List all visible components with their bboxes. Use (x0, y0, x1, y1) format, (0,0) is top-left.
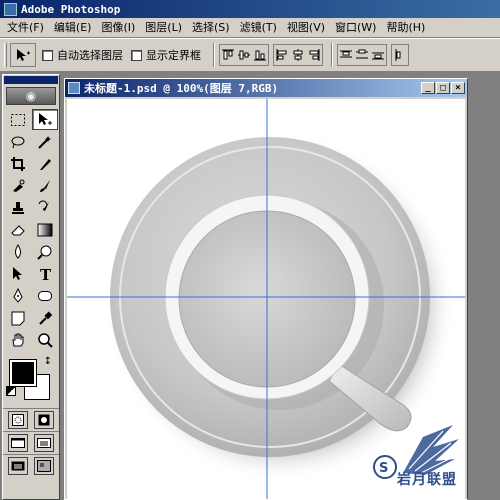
menu-file[interactable]: 文件(F) (2, 19, 49, 37)
notes-icon[interactable] (5, 307, 31, 328)
path-select-icon[interactable] (5, 263, 31, 284)
screen-mode-row (3, 431, 59, 454)
marquee-icon[interactable] (5, 109, 31, 130)
menu-layer[interactable]: 图层(L) (140, 19, 187, 37)
align-right-edges-icon[interactable] (306, 45, 322, 65)
menu-edit[interactable]: 编辑(E) (49, 19, 97, 37)
history-brush-icon[interactable] (32, 197, 58, 218)
options-bar: 自动选择图层 显示定界框 (0, 38, 500, 72)
imageready-row (3, 454, 59, 477)
auto-select-layer-checkbox[interactable]: 自动选择图层 (42, 47, 123, 63)
distribute-left-icon[interactable] (392, 45, 408, 65)
gradient-icon[interactable] (32, 219, 58, 240)
document-title: 未标题-1.psd @ 100%(图层 7,RGB) (84, 82, 279, 95)
photoshop-icon (4, 2, 17, 16)
watermark-text: 岩月联盟 (397, 472, 457, 488)
toolbox: ◉ T ↕ (2, 74, 60, 500)
distribute-top-icon[interactable] (338, 45, 354, 65)
distribute-group-2 (391, 44, 409, 66)
minimize-button[interactable]: _ (421, 82, 435, 94)
distribute-group-1 (337, 44, 387, 66)
color-swatches: ↕ (6, 356, 56, 404)
show-bounding-box-label: 显示定界框 (146, 49, 201, 62)
separator (213, 43, 215, 67)
menu-image[interactable]: 图像(I) (96, 19, 140, 37)
tools-grid: T (3, 107, 59, 352)
clone-stamp-icon[interactable] (5, 197, 31, 218)
canvas[interactable]: S 岩月联盟 (67, 99, 465, 499)
show-bounding-box-checkbox[interactable]: 显示定界框 (131, 47, 201, 63)
blur-icon[interactable] (5, 241, 31, 262)
hand-icon[interactable] (5, 329, 31, 350)
document-icon (68, 82, 80, 94)
eyedropper-icon[interactable] (32, 307, 58, 328)
app-title: Adobe Photoshop (21, 2, 121, 16)
toolbox-titlebar[interactable] (4, 76, 58, 84)
close-button[interactable]: × (451, 82, 465, 94)
move-icon (17, 49, 30, 61)
align-top-edges-icon[interactable] (220, 45, 236, 65)
slice-icon[interactable] (32, 153, 58, 174)
app-title-bar: Adobe Photoshop (0, 0, 500, 18)
document-title-bar[interactable]: 未标题-1.psd @ 100%(图层 7,RGB) _ □ × (65, 79, 467, 97)
jump-to-imageready-icon[interactable] (34, 457, 54, 475)
eraser-icon[interactable] (5, 219, 31, 240)
type-icon[interactable]: T (32, 263, 58, 284)
pen-icon[interactable] (5, 285, 31, 306)
mask-mode-row (3, 408, 59, 431)
shape-icon[interactable] (32, 285, 58, 306)
align-bottom-edges-icon[interactable] (252, 45, 268, 65)
lasso-icon[interactable] (5, 131, 31, 152)
watermark: S 岩月联盟 (363, 417, 463, 497)
menu-help[interactable]: 帮助(H) (381, 19, 430, 37)
align-group-2 (273, 44, 323, 66)
menu-filter[interactable]: 滤镜(T) (235, 19, 282, 37)
menu-window[interactable]: 窗口(W) (330, 19, 381, 37)
crop-icon[interactable] (5, 153, 31, 174)
full-screen-menu-icon[interactable] (34, 434, 54, 452)
menu-view[interactable]: 视图(V) (282, 19, 330, 37)
menu-select[interactable]: 选择(S) (187, 19, 235, 37)
healing-brush-icon[interactable] (5, 175, 31, 196)
align-group-1 (219, 44, 269, 66)
brush-icon[interactable] (32, 175, 58, 196)
eye-logo-icon[interactable]: ◉ (6, 87, 56, 105)
full-screen-icon[interactable] (8, 457, 28, 475)
move-tool-preset[interactable] (10, 43, 36, 67)
distribute-bottom-icon[interactable] (370, 45, 386, 65)
dodge-icon[interactable] (32, 241, 58, 262)
menu-bar: 文件(F) 编辑(E) 图像(I) 图层(L) 选择(S) 滤镜(T) 视图(V… (0, 18, 500, 38)
window-buttons: _ □ × (420, 82, 467, 94)
separator (331, 43, 333, 67)
align-horizontal-centers-icon[interactable] (290, 45, 306, 65)
zoom-icon[interactable] (32, 329, 58, 350)
svg-text:S: S (379, 461, 388, 476)
distribute-center-icon[interactable] (354, 45, 370, 65)
auto-select-layer-label: 自动选择图层 (57, 49, 123, 62)
document-window: 未标题-1.psd @ 100%(图层 7,RGB) _ □ × S 岩月联盟 (64, 78, 468, 500)
default-colors-icon[interactable] (6, 386, 16, 396)
quick-mask-mode-icon[interactable] (34, 411, 54, 429)
magic-wand-icon[interactable] (32, 131, 58, 152)
options-grip[interactable] (4, 43, 7, 67)
maximize-button[interactable]: □ (436, 82, 450, 94)
show-bounding-box-box[interactable] (131, 49, 142, 61)
move-icon[interactable] (32, 109, 58, 130)
align-vertical-centers-icon[interactable] (236, 45, 252, 65)
standard-screen-icon[interactable] (8, 434, 28, 452)
svg-text:T: T (40, 266, 52, 282)
foreground-color-swatch[interactable] (9, 359, 37, 387)
auto-select-layer-box[interactable] (42, 49, 53, 61)
standard-mode-icon[interactable] (8, 411, 28, 429)
swap-colors-icon[interactable]: ↕ (44, 356, 52, 367)
align-left-edges-icon[interactable] (274, 45, 290, 65)
